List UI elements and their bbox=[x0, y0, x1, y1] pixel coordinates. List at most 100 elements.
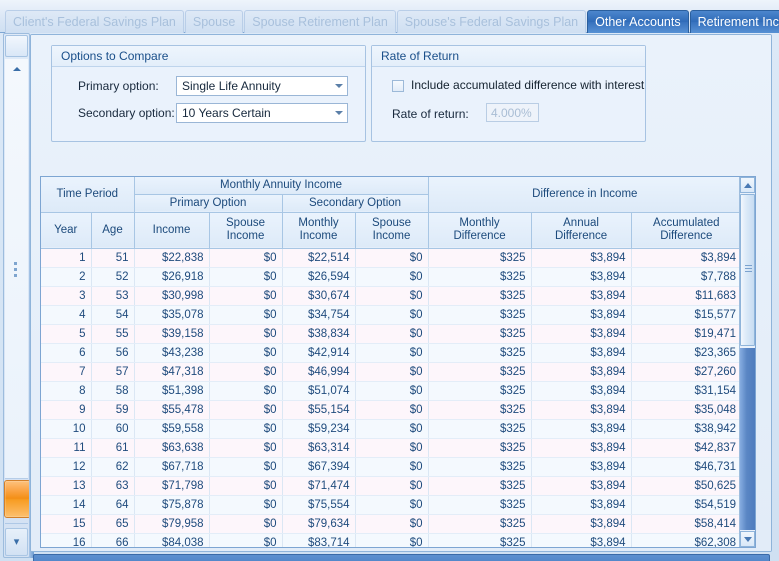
cell-annual-difference[interactable]: $3,894 bbox=[531, 495, 631, 514]
cell-age[interactable]: 62 bbox=[91, 457, 134, 476]
table-row[interactable]: 1262$67,718$0$67,394$0$325$3,894$46,731 bbox=[41, 457, 741, 476]
cell-year[interactable]: 1 bbox=[41, 248, 91, 267]
cell-accumulated-difference[interactable]: $11,683 bbox=[631, 286, 741, 305]
cell-accumulated-difference[interactable]: $46,731 bbox=[631, 457, 741, 476]
cell-annual-difference[interactable]: $3,894 bbox=[531, 400, 631, 419]
column-header-age[interactable]: Age bbox=[91, 212, 134, 248]
scroll-down-button[interactable] bbox=[740, 531, 755, 547]
table-row[interactable]: 1565$79,958$0$79,634$0$325$3,894$58,414 bbox=[41, 514, 741, 533]
cell-income[interactable]: $67,718 bbox=[134, 457, 209, 476]
cell-year[interactable]: 12 bbox=[41, 457, 91, 476]
cell-year[interactable]: 5 bbox=[41, 324, 91, 343]
cell-age[interactable]: 56 bbox=[91, 343, 134, 362]
cell-spouse-income[interactable]: $0 bbox=[355, 248, 428, 267]
cell-monthly-difference[interactable]: $325 bbox=[428, 438, 531, 457]
cell-spouse-income[interactable]: $0 bbox=[355, 381, 428, 400]
cell-annual-difference[interactable]: $3,894 bbox=[531, 419, 631, 438]
cell-spouse-income[interactable]: $0 bbox=[209, 248, 282, 267]
cell-monthly-difference[interactable]: $325 bbox=[428, 305, 531, 324]
cell-annual-difference[interactable]: $3,894 bbox=[531, 476, 631, 495]
column-header-monthly-income[interactable]: MonthlyIncome bbox=[282, 212, 355, 248]
cell-income[interactable]: $59,558 bbox=[134, 419, 209, 438]
cell-spouse-income[interactable]: $0 bbox=[355, 343, 428, 362]
cell-year[interactable]: 13 bbox=[41, 476, 91, 495]
table-row[interactable]: 353$30,998$0$30,674$0$325$3,894$11,683 bbox=[41, 286, 741, 305]
cell-monthly-difference[interactable]: $325 bbox=[428, 476, 531, 495]
cell-spouse-income[interactable]: $0 bbox=[355, 305, 428, 324]
cell-spouse-income[interactable]: $0 bbox=[355, 362, 428, 381]
header-secondary-option[interactable]: Secondary Option bbox=[282, 194, 428, 212]
table-row[interactable]: 1060$59,558$0$59,234$0$325$3,894$38,942 bbox=[41, 419, 741, 438]
cell-spouse-income[interactable]: $0 bbox=[355, 438, 428, 457]
tab-spouse-retirement-plan[interactable]: Spouse Retirement Plan bbox=[244, 10, 396, 33]
cell-annual-difference[interactable]: $3,894 bbox=[531, 362, 631, 381]
cell-spouse-income[interactable]: $0 bbox=[209, 495, 282, 514]
cell-spouse-income[interactable]: $0 bbox=[355, 495, 428, 514]
cell-monthly-difference[interactable]: $325 bbox=[428, 400, 531, 419]
header-monthly-annuity-income[interactable]: Monthly Annuity Income bbox=[134, 177, 428, 194]
cell-accumulated-difference[interactable]: $19,471 bbox=[631, 324, 741, 343]
header-difference-in-income[interactable]: Difference in Income bbox=[428, 177, 741, 212]
cell-monthly-income[interactable]: $75,554 bbox=[282, 495, 355, 514]
column-header-spouse-income[interactable]: SpouseIncome bbox=[209, 212, 282, 248]
cell-monthly-income[interactable]: $38,834 bbox=[282, 324, 355, 343]
cell-age[interactable]: 52 bbox=[91, 267, 134, 286]
cell-age[interactable]: 65 bbox=[91, 514, 134, 533]
sidebar-expand-button[interactable]: ▾ bbox=[5, 528, 28, 556]
cell-age[interactable]: 55 bbox=[91, 324, 134, 343]
scroll-up-button[interactable] bbox=[740, 177, 755, 193]
header-time-period[interactable]: Time Period bbox=[41, 177, 134, 212]
cell-age[interactable]: 64 bbox=[91, 495, 134, 514]
table-row[interactable]: 858$51,398$0$51,074$0$325$3,894$31,154 bbox=[41, 381, 741, 400]
table-row[interactable]: 454$35,078$0$34,754$0$325$3,894$15,577 bbox=[41, 305, 741, 324]
cell-monthly-income[interactable]: $46,994 bbox=[282, 362, 355, 381]
cell-year[interactable]: 9 bbox=[41, 400, 91, 419]
cell-age[interactable]: 59 bbox=[91, 400, 134, 419]
cell-year[interactable]: 15 bbox=[41, 514, 91, 533]
cell-income[interactable]: $35,078 bbox=[134, 305, 209, 324]
tab-retirement-income[interactable]: Retirement Income bbox=[690, 10, 779, 33]
cell-accumulated-difference[interactable]: $50,625 bbox=[631, 476, 741, 495]
cell-income[interactable]: $51,398 bbox=[134, 381, 209, 400]
cell-monthly-difference[interactable]: $325 bbox=[428, 533, 531, 547]
cell-accumulated-difference[interactable]: $23,365 bbox=[631, 343, 741, 362]
scrollbar-lower-track[interactable] bbox=[740, 348, 755, 530]
cell-annual-difference[interactable]: $3,894 bbox=[531, 343, 631, 362]
cell-spouse-income[interactable]: $0 bbox=[209, 267, 282, 286]
cell-annual-difference[interactable]: $3,894 bbox=[531, 324, 631, 343]
cell-income[interactable]: $43,238 bbox=[134, 343, 209, 362]
cell-spouse-income[interactable]: $0 bbox=[355, 533, 428, 547]
cell-income[interactable]: $39,158 bbox=[134, 324, 209, 343]
cell-year[interactable]: 4 bbox=[41, 305, 91, 324]
cell-annual-difference[interactable]: $3,894 bbox=[531, 248, 631, 267]
cell-year[interactable]: 2 bbox=[41, 267, 91, 286]
cell-accumulated-difference[interactable]: $42,837 bbox=[631, 438, 741, 457]
cell-income[interactable]: $26,918 bbox=[134, 267, 209, 286]
table-row[interactable]: 1666$84,038$0$83,714$0$325$3,894$62,308 bbox=[41, 533, 741, 547]
cell-age[interactable]: 51 bbox=[91, 248, 134, 267]
cell-accumulated-difference[interactable]: $3,894 bbox=[631, 248, 741, 267]
cell-monthly-income[interactable]: $63,314 bbox=[282, 438, 355, 457]
cell-spouse-income[interactable]: $0 bbox=[209, 457, 282, 476]
rate-of-return-input[interactable]: 4.000% bbox=[486, 103, 539, 122]
cell-monthly-difference[interactable]: $325 bbox=[428, 286, 531, 305]
cell-spouse-income[interactable]: $0 bbox=[209, 514, 282, 533]
cell-monthly-income[interactable]: $42,914 bbox=[282, 343, 355, 362]
table-row[interactable]: 151$22,838$0$22,514$0$325$3,894$3,894 bbox=[41, 248, 741, 267]
cell-year[interactable]: 8 bbox=[41, 381, 91, 400]
secondary-option-select[interactable]: 10 Years Certain bbox=[176, 103, 348, 123]
cell-spouse-income[interactable]: $0 bbox=[209, 286, 282, 305]
cell-year[interactable]: 7 bbox=[41, 362, 91, 381]
cell-spouse-income[interactable]: $0 bbox=[355, 286, 428, 305]
sidebar-scroll-up-icon[interactable] bbox=[5, 60, 28, 78]
column-header-monthly-difference[interactable]: Monthly Difference bbox=[428, 212, 531, 248]
cell-income[interactable]: $71,798 bbox=[134, 476, 209, 495]
cell-income[interactable]: $79,958 bbox=[134, 514, 209, 533]
cell-accumulated-difference[interactable]: $31,154 bbox=[631, 381, 741, 400]
primary-option-select[interactable]: Single Life Annuity bbox=[176, 76, 348, 96]
cell-monthly-difference[interactable]: $325 bbox=[428, 381, 531, 400]
cell-income[interactable]: $47,318 bbox=[134, 362, 209, 381]
cell-annual-difference[interactable]: $3,894 bbox=[531, 267, 631, 286]
cell-monthly-difference[interactable]: $325 bbox=[428, 495, 531, 514]
cell-monthly-income[interactable]: $67,394 bbox=[282, 457, 355, 476]
